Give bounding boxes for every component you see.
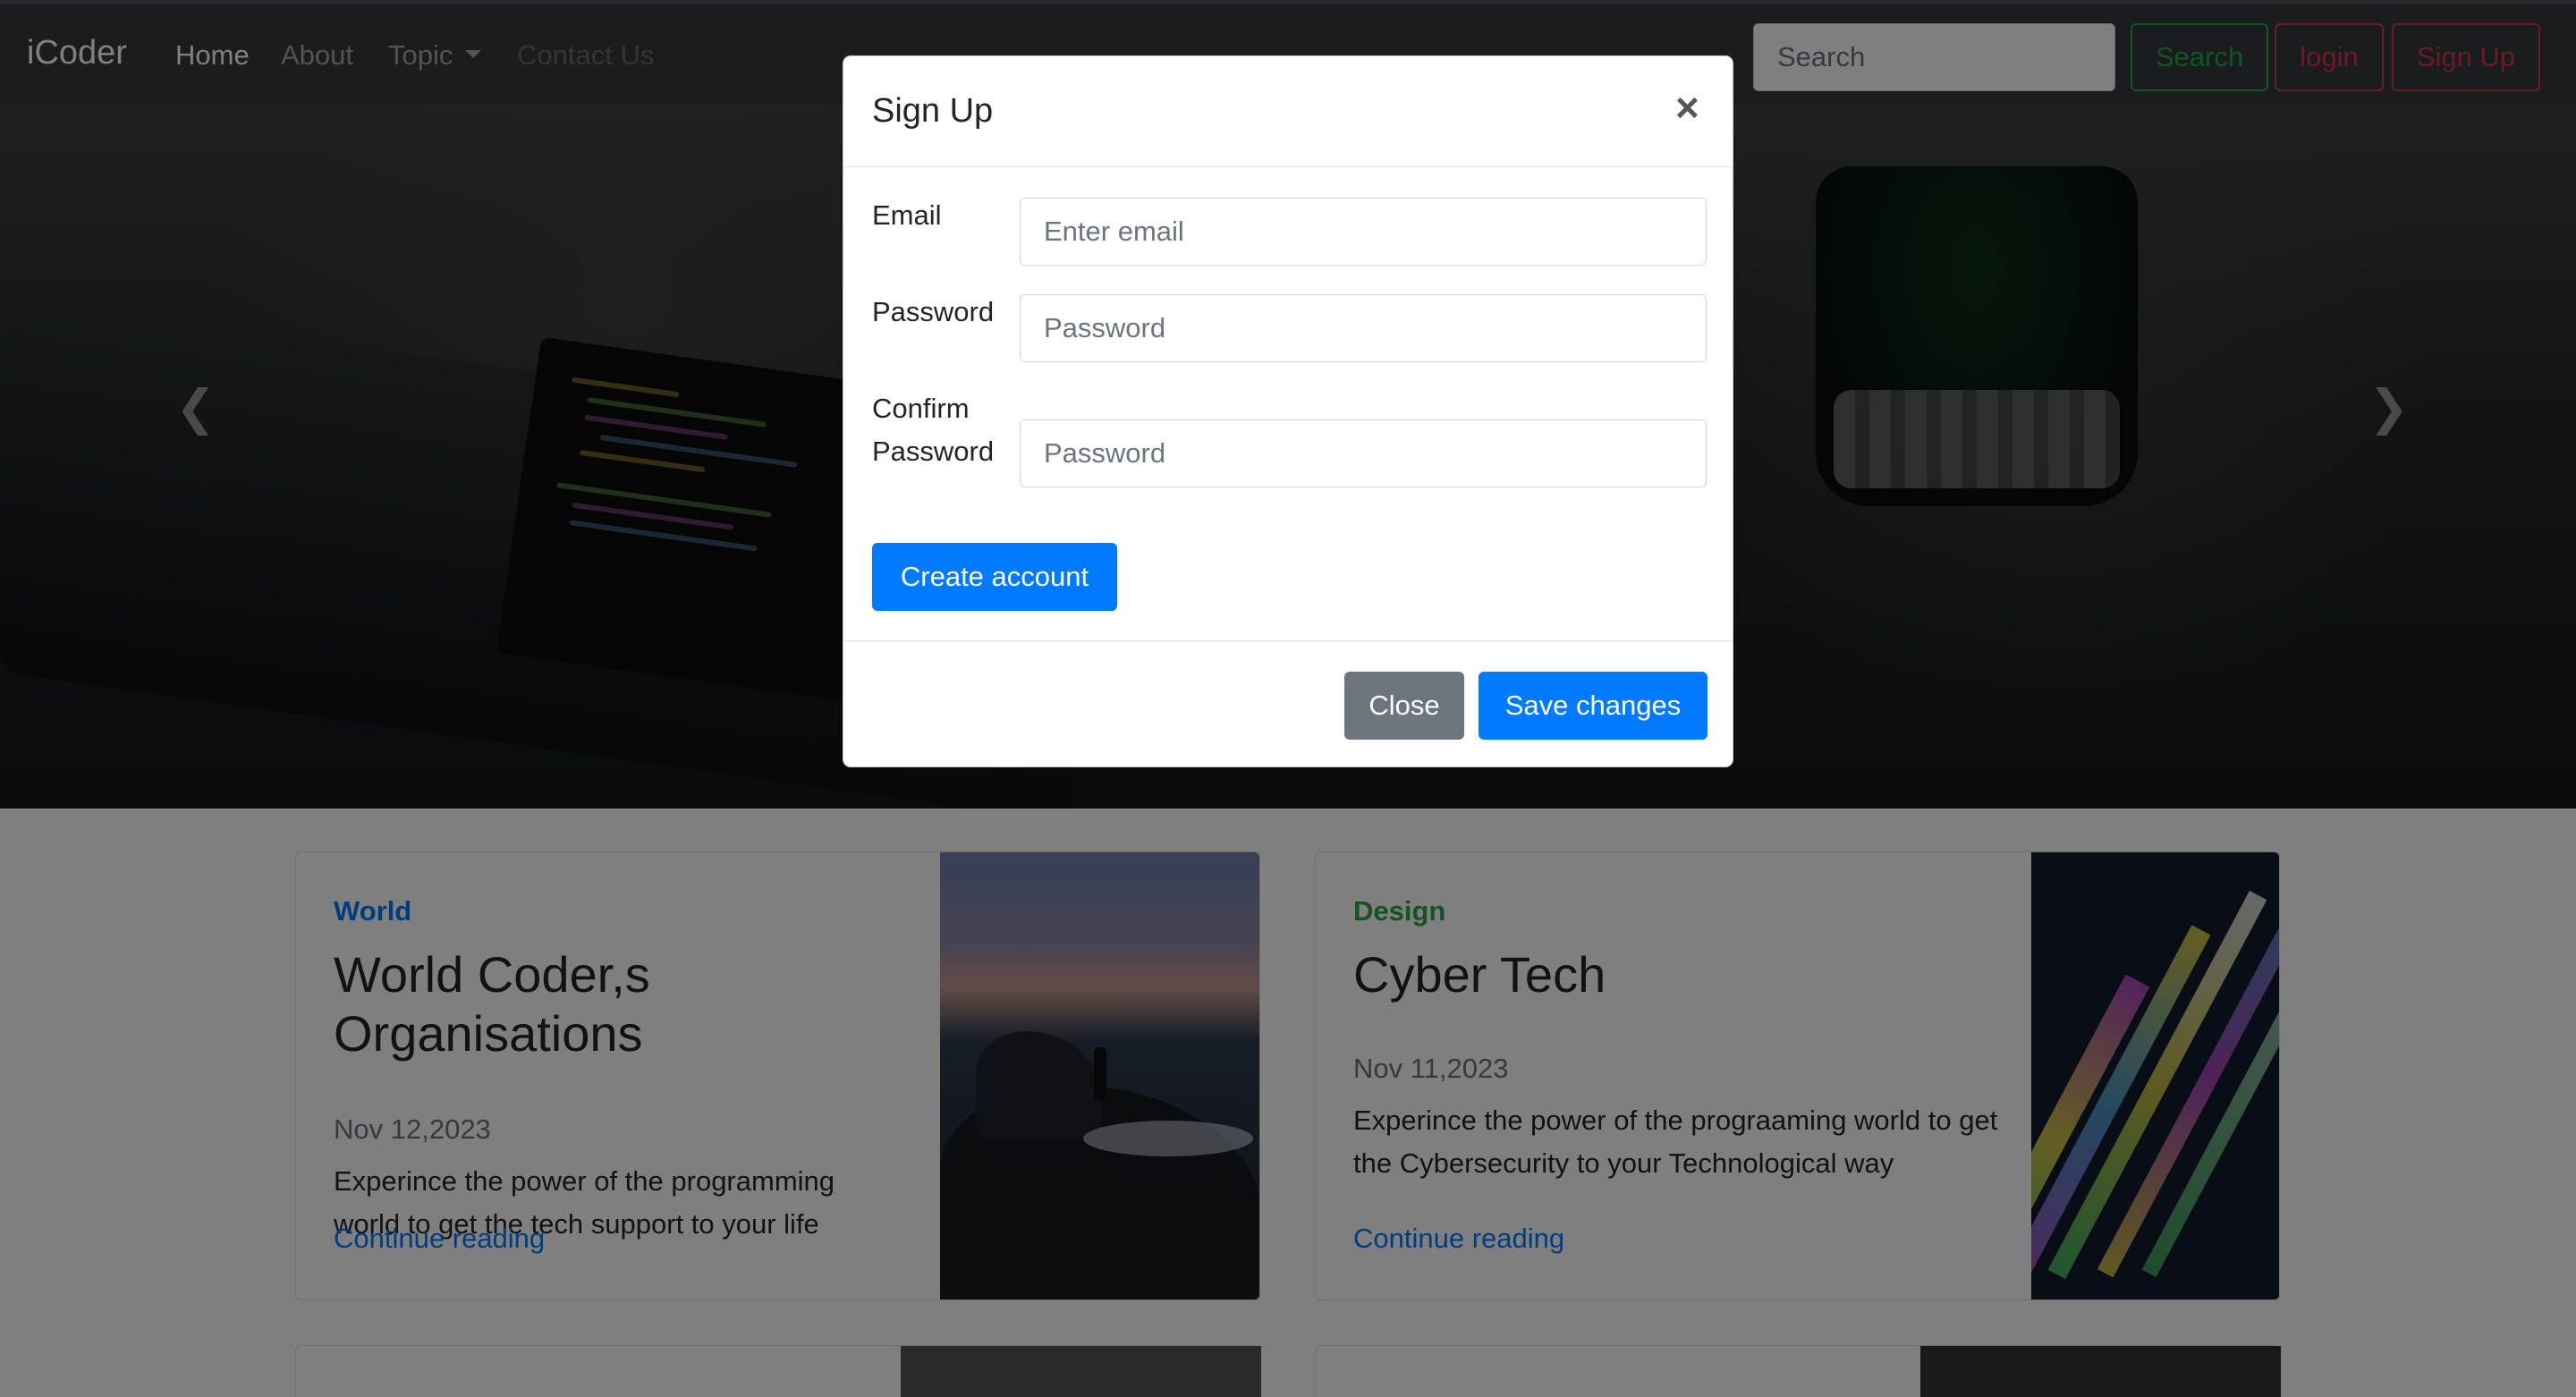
modal-footer: Close Save changes xyxy=(843,640,1733,766)
confirm-password-field[interactable] xyxy=(1020,419,1707,487)
email-field[interactable] xyxy=(1020,198,1707,266)
password-field[interactable] xyxy=(1020,294,1707,362)
close-icon[interactable]: × xyxy=(1675,87,1699,128)
signup-modal: Sign Up × Email Password Confirm Passwor… xyxy=(843,55,1733,767)
page: iCoder Home About Topic Contact Us Searc… xyxy=(0,0,2576,1397)
password-label: Password xyxy=(872,296,995,327)
email-label: Email xyxy=(872,199,942,231)
confirm-password-label-line1: Confirm xyxy=(872,393,970,424)
create-account-button[interactable]: Create account xyxy=(872,543,1117,611)
close-button[interactable]: Close xyxy=(1344,672,1464,740)
modal-header: Sign Up × xyxy=(843,56,1733,167)
confirm-password-label-line2: Password xyxy=(872,436,995,467)
save-changes-button[interactable]: Save changes xyxy=(1479,672,1707,740)
modal-title: Sign Up xyxy=(872,92,994,130)
